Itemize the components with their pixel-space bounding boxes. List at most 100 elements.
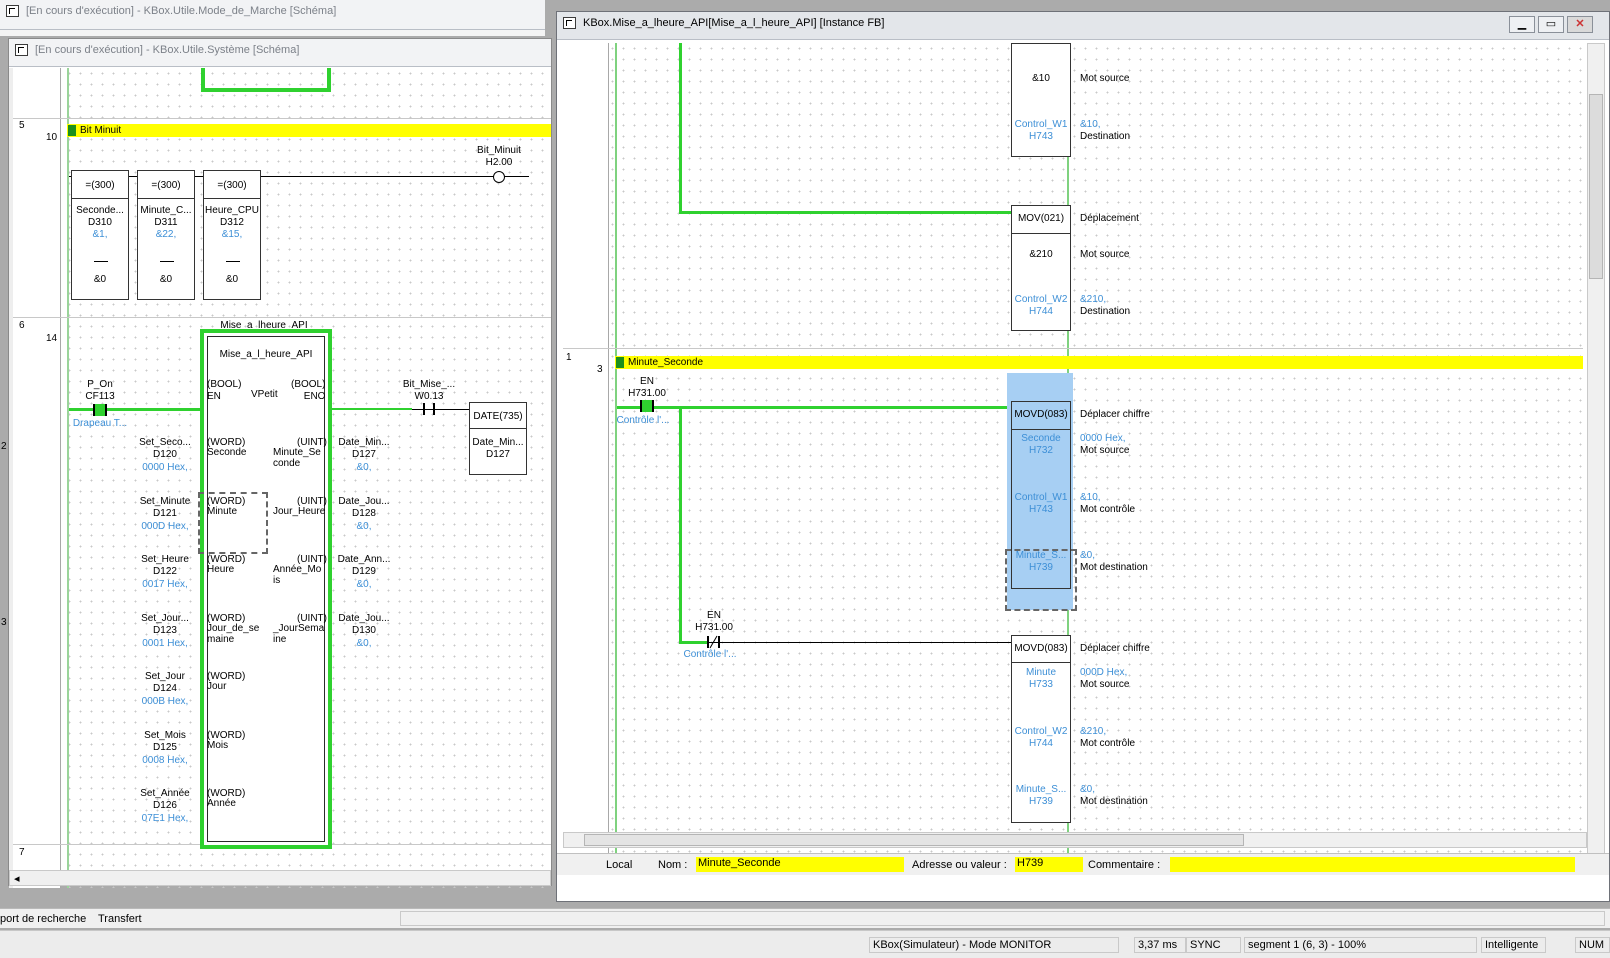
operand-comment: Mot source (1080, 679, 1130, 690)
contact-name: P_On (87, 379, 113, 390)
name-field[interactable]: Minute_Seconde (696, 857, 904, 872)
operand-addr: H733 (1029, 679, 1053, 690)
compare-address: D312 (220, 217, 244, 228)
scroll-left-arrow[interactable]: ◂ (14, 872, 20, 885)
contact-name: EN (707, 610, 721, 621)
address-label: Adresse ou valeur : (912, 859, 1007, 871)
operand-value: &0, (1080, 784, 1096, 795)
vscroll-thumb[interactable] (1589, 94, 1603, 279)
tab-transfer[interactable]: Transfert (98, 913, 142, 925)
contact-en-negated[interactable] (707, 635, 720, 649)
bottom-tab-strip: port de recherche Transfert (0, 908, 1610, 928)
ladder-app-icon (6, 5, 19, 17)
operand-comment: Mot source (1080, 249, 1130, 260)
input-value: 07E1 Hex, (141, 813, 189, 824)
date-block-addr: D127 (486, 449, 510, 460)
fb-vpetit: VPetit (251, 389, 278, 400)
operand-addr: H739 (1029, 562, 1053, 573)
compare-divider (71, 198, 129, 199)
constant-bar (226, 261, 240, 262)
fb-mise-a-l-heure-api[interactable] (200, 329, 332, 849)
output-var-name: Date_Jou... (338, 612, 390, 624)
left-window-title[interactable]: [En cours d'exécution] - KBox.Utile.Syst… (35, 44, 299, 56)
mov-op: MOV(021) (1017, 213, 1065, 224)
contact-comment: Contrôle l'... (683, 649, 737, 660)
left-hscrollbar[interactable]: ◂ (9, 870, 551, 886)
operand-comment: Destination (1080, 306, 1131, 317)
operand-comment: Mot destination (1080, 796, 1148, 807)
maximize-button[interactable]: ▭ (1538, 16, 1564, 33)
close-button[interactable]: ✕ (1567, 16, 1593, 33)
compare-address: D310 (88, 217, 112, 228)
fb-output-name: _JourSema ine (273, 622, 325, 645)
right-vscrollbar[interactable] (1587, 43, 1605, 865)
minimize-button[interactable]: ▁ (1509, 16, 1535, 33)
rung-step: 3 (597, 364, 603, 375)
output-address: D130 (352, 624, 376, 636)
tab-search-report[interactable]: port de recherche (0, 913, 86, 925)
movd-op: MOVD(083) (1014, 409, 1068, 420)
date-block-name: Date_Min... (472, 437, 524, 448)
ladder-app-icon (563, 17, 576, 29)
fb-input-name: Minute (207, 505, 238, 517)
contact-en[interactable] (640, 400, 654, 412)
right-window-title[interactable]: KBox.Mise_a_lheure_API[Mise_a_l_heure_AP… (583, 17, 884, 29)
compare-divider (137, 198, 195, 199)
ladder-app-icon (15, 44, 28, 56)
contact-name: EN (640, 376, 654, 387)
movd-op-comment: Déplacer chiffre (1080, 409, 1150, 420)
operand-comment: Mot contrôle (1080, 504, 1136, 515)
fb-input-name: Mois (207, 739, 229, 751)
left-window: [En cours d'exécution] - KBox.Utile.Syst… (8, 38, 552, 888)
mov-dest-addr: H744 (1029, 306, 1053, 317)
compare-var-name: Heure_CPU (205, 205, 259, 216)
contact-p-on[interactable] (93, 404, 107, 416)
date-block-op: DATE(735) (473, 411, 523, 422)
status-bar: KBox(Simulateur) - Mode MONITOR 3,37 ms … (0, 930, 1610, 958)
fb-output-name: Année_Mo is (273, 564, 322, 586)
input-value: 0001 Hex, (142, 637, 188, 649)
operand-comment: Destination (1080, 131, 1131, 142)
output-value: &0, (356, 637, 372, 649)
input-value: 0017 Hex, (142, 579, 188, 590)
operand-value: 0000 Hex, (1080, 433, 1126, 444)
mov-dest-name: Control_W2 (1014, 294, 1068, 305)
compare-address: D311 (154, 217, 178, 228)
comment-field[interactable] (1170, 857, 1575, 872)
side-mark: 3 (1, 617, 7, 628)
input-value: 000D Hex, (141, 520, 189, 532)
status-segment: segment 1 (6, 3) - 100% (1244, 937, 1477, 953)
status-sync: SYNC (1186, 937, 1241, 953)
coil-bit-minuit[interactable] (493, 171, 505, 183)
fb-type-name: Mise_a_l_heure_API (219, 349, 313, 360)
side-mark: 2 (1, 441, 7, 452)
rung-comment-minute-seconde[interactable]: Minute_Seconde (615, 356, 1583, 369)
contact-address: H731.00 (695, 622, 733, 633)
operand-addr: H739 (1029, 796, 1053, 807)
input-value: 0000 Hex, (142, 462, 188, 473)
background-window-title[interactable]: [En cours d'exécution] - KBox.Utile.Mode… (26, 5, 336, 17)
bottom-hscrollbar[interactable] (400, 911, 1605, 926)
rung-comment-bit-minuit[interactable]: Bit Minuit (67, 124, 551, 137)
name-label: Nom : (658, 859, 688, 871)
right-window: KBox.Mise_a_lheure_API[Mise_a_l_heure_AP… (556, 11, 1610, 902)
output-value: &0, (356, 520, 372, 532)
operand-name: Minute (1025, 667, 1056, 678)
compare-divider (203, 198, 261, 199)
ladder-canvas[interactable]: &10 Control_W1 H743 Mot source &10, Dest… (563, 43, 1583, 865)
right-hscrollbar[interactable] (563, 832, 1587, 848)
contact-bit-mise[interactable] (423, 403, 435, 415)
scope-label: Local (606, 859, 633, 871)
status-num-lock: NUM (1575, 937, 1610, 953)
compare-value: &1, (92, 229, 108, 240)
status-cycle-time: 3,37 ms (1134, 937, 1186, 953)
ladder-canvas[interactable]: 5 10 Bit Minuit Bit_Minuit H2.00 6 14 P_… (9, 68, 551, 888)
operand-value: &210, (1080, 726, 1107, 737)
operand-addr: H744 (1029, 738, 1053, 749)
hscroll-thumb[interactable] (584, 834, 1244, 846)
operand-comment: Mot source (1080, 445, 1130, 456)
input-address: D120 (153, 449, 177, 460)
address-field[interactable]: H739 (1015, 857, 1083, 872)
fb-input-name: Année (207, 798, 236, 809)
operand-name: Minute_S... (1015, 784, 1067, 795)
